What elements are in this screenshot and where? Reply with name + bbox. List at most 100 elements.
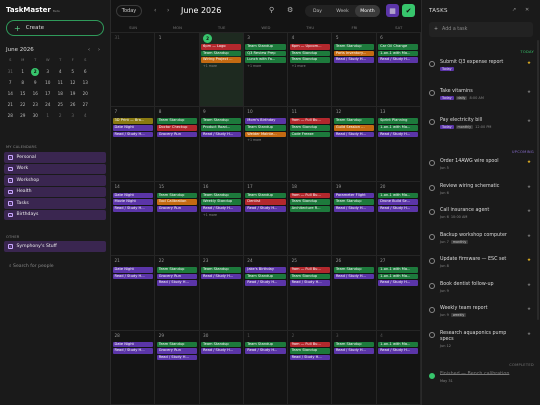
calendar-event[interactable]: Guild Session ... bbox=[333, 124, 375, 131]
task-item[interactable]: Backup workshop computer Jun 7 monthly ★ bbox=[429, 233, 535, 244]
task-checkbox[interactable] bbox=[429, 307, 435, 313]
star-icon[interactable]: ★ bbox=[527, 307, 531, 312]
mini-day[interactable]: 3 bbox=[42, 69, 55, 74]
calendar-event[interactable]: Read / Study H... bbox=[333, 57, 375, 63]
calendar-event[interactable]: 1-on-1 with Ma... bbox=[378, 50, 419, 57]
calendar-event[interactable]: Weekly Standup bbox=[201, 199, 242, 205]
calendar-event[interactable]: Read / Study H... bbox=[201, 348, 242, 354]
mini-day[interactable]: 21 bbox=[4, 102, 17, 107]
day-cell[interactable]: 28 Date Night Read / Study H... bbox=[111, 330, 156, 404]
calendar-event[interactable]: 9am — Full Bu... bbox=[289, 192, 330, 199]
calendar-event[interactable]: Team Standup bbox=[245, 44, 286, 50]
calendar-event[interactable]: Read / Study H... bbox=[378, 205, 419, 212]
task-checkbox[interactable] bbox=[429, 258, 435, 264]
add-task-input[interactable]: + Add a task bbox=[429, 22, 533, 37]
calendar-event[interactable]: Read / Study H... bbox=[378, 280, 419, 286]
view-week-button[interactable]: Week bbox=[330, 5, 355, 17]
calendar-event[interactable]: Team Standup bbox=[289, 50, 330, 57]
calendar-event[interactable]: Date Night bbox=[112, 192, 153, 199]
calendar-event[interactable]: Team Standup bbox=[289, 273, 330, 280]
calendar-event[interactable]: 6pm — Upcom... bbox=[289, 44, 330, 50]
task-checkbox[interactable] bbox=[429, 184, 435, 191]
mini-day[interactable]: 28 bbox=[4, 113, 17, 118]
calendar-event[interactable]: Read / Study H... bbox=[156, 280, 198, 286]
calendar-event[interactable]: Team Standup bbox=[156, 267, 198, 273]
day-cell[interactable]: 7 3D Print — Bra... Date Night Read / Study… bbox=[111, 107, 156, 181]
calendar-view-icon[interactable]: ▦ bbox=[386, 4, 399, 17]
mini-day[interactable]: 26 bbox=[67, 102, 80, 107]
mini-day[interactable]: 3 bbox=[67, 113, 80, 118]
calendar-event[interactable]: 1-on-1 with Ma... bbox=[378, 273, 419, 280]
calendar-event[interactable]: Team Standup bbox=[333, 44, 375, 50]
day-cell[interactable]: 3 Team Standup Q3 Review Prep Lunch with Fa… bbox=[244, 33, 289, 107]
calendar-event[interactable]: Team Standup bbox=[245, 124, 286, 131]
calendar-item[interactable]: ✓ Workshop bbox=[4, 175, 106, 186]
calendar-event[interactable]: Team Standup bbox=[333, 118, 375, 124]
calendar-event[interactable]: Team Standup bbox=[201, 192, 242, 199]
day-cell[interactable]: 6 Car Oil Change 1-on-1 with Ma... Read / S… bbox=[377, 33, 421, 107]
calendar-event[interactable]: Read / Study H... bbox=[245, 280, 286, 286]
day-cell[interactable]: 9 Team Standup Product Road... Read / Study… bbox=[200, 107, 244, 181]
mini-day[interactable]: 4 bbox=[54, 69, 67, 74]
settings-gear-icon[interactable]: ⚙ bbox=[287, 6, 293, 14]
tasks-scrollbar[interactable] bbox=[537, 40, 539, 320]
close-icon[interactable]: ✕ bbox=[525, 7, 529, 13]
calendar-event[interactable]: Mom's Birthday bbox=[245, 118, 286, 124]
day-cell[interactable]: 1 Team Standup Read / Study H... bbox=[244, 330, 289, 404]
task-checkbox[interactable] bbox=[429, 331, 435, 338]
day-cell[interactable]: 26 Team Standup Read / Study H... bbox=[332, 256, 377, 330]
star-icon[interactable]: ★ bbox=[527, 160, 531, 165]
today-button[interactable]: Today bbox=[116, 5, 142, 17]
calendar-event[interactable]: 3D Print — Bra... bbox=[112, 118, 153, 124]
calendar-event[interactable]: 6pm — Logo bbox=[201, 44, 242, 50]
mini-day[interactable]: 19 bbox=[67, 91, 80, 96]
calendar-event[interactable]: Sprint Planning bbox=[378, 118, 419, 124]
view-month-button[interactable]: Month bbox=[355, 5, 380, 17]
calendar-event[interactable]: Read / Study H... bbox=[112, 205, 153, 212]
tasks-toggle-icon[interactable]: ✔ bbox=[402, 4, 415, 17]
calendar-event[interactable]: Welder Mainte... bbox=[245, 131, 286, 138]
mini-day[interactable]: 18 bbox=[54, 91, 67, 96]
calendar-event[interactable]: Team Standup bbox=[333, 199, 375, 205]
task-item[interactable]: Call insurance agent Jun 6 10:00 AM ★ bbox=[429, 208, 535, 219]
day-cell[interactable]: 11 9am — Full Bu... Team Standup Code Freez… bbox=[288, 107, 333, 181]
task-checkbox[interactable] bbox=[429, 61, 435, 67]
calendar-event[interactable]: 1-on-1 with Ma... bbox=[378, 192, 419, 199]
calendar-event[interactable]: Grocery Run bbox=[156, 131, 198, 138]
mini-day[interactable]: 5 bbox=[67, 69, 80, 74]
star-icon[interactable]: ★ bbox=[527, 61, 531, 66]
calendar-event[interactable]: Jake's Birthday bbox=[245, 267, 286, 273]
calendar-event[interactable]: Date Night bbox=[112, 124, 153, 131]
check-icon[interactable]: ✓ bbox=[8, 201, 13, 206]
calendar-event[interactable]: Read / Study H... bbox=[201, 273, 242, 280]
calendar-event[interactable]: Team Standup bbox=[156, 341, 198, 348]
more-events-link[interactable]: +1 more bbox=[201, 213, 241, 217]
mini-day[interactable]: 16 bbox=[29, 91, 42, 96]
mini-day[interactable]: 30 bbox=[29, 113, 42, 118]
calendar-event[interactable]: Read / Study H... bbox=[289, 280, 330, 286]
calendar-item[interactable]: ✓ Work bbox=[4, 163, 106, 174]
calendar-event[interactable]: Wiring Project ... bbox=[201, 57, 242, 63]
calendar-event[interactable]: Read / Study H... bbox=[245, 205, 286, 212]
mini-day[interactable]: 22 bbox=[17, 102, 30, 107]
calendar-item[interactable]: ✓ Personal bbox=[4, 152, 106, 163]
day-cell[interactable]: 18 9am — Full Bu... Team Standup Architectu… bbox=[288, 181, 333, 256]
calendar-event[interactable]: 9am — Full Bu... bbox=[289, 118, 330, 124]
mini-day[interactable]: 31 bbox=[4, 69, 17, 74]
next-month-icon[interactable]: › bbox=[167, 7, 169, 14]
calendar-event[interactable]: Read / Study H... bbox=[333, 348, 375, 354]
calendar-event[interactable]: Tool Calibration bbox=[156, 199, 198, 205]
day-cell[interactable]: 2 9am — Full Bu... Team Standup Read / Stud… bbox=[288, 330, 333, 404]
mini-day[interactable]: 29 bbox=[17, 113, 30, 118]
star-icon[interactable]: ★ bbox=[527, 119, 531, 124]
calendar-event[interactable]: Read / Study H... bbox=[333, 131, 375, 138]
task-item[interactable]: Finished — Bench calibration May 31 bbox=[429, 372, 535, 383]
calendar-event[interactable]: Team Standup bbox=[289, 57, 330, 63]
day-cell[interactable]: 23 Team Standup Read / Study H... bbox=[200, 256, 244, 330]
expand-icon[interactable]: ↗ bbox=[512, 7, 516, 13]
mini-day[interactable]: 13 bbox=[79, 80, 92, 85]
day-cell[interactable]: 16 Team Standup Weekly Standup Read / Study… bbox=[200, 181, 244, 256]
calendar-event[interactable]: Team Standup bbox=[156, 192, 198, 199]
day-cell[interactable]: 17 Team Standup Dentist Read / Study H... bbox=[244, 181, 289, 256]
calendar-event[interactable]: Read / Study H... bbox=[333, 273, 375, 280]
